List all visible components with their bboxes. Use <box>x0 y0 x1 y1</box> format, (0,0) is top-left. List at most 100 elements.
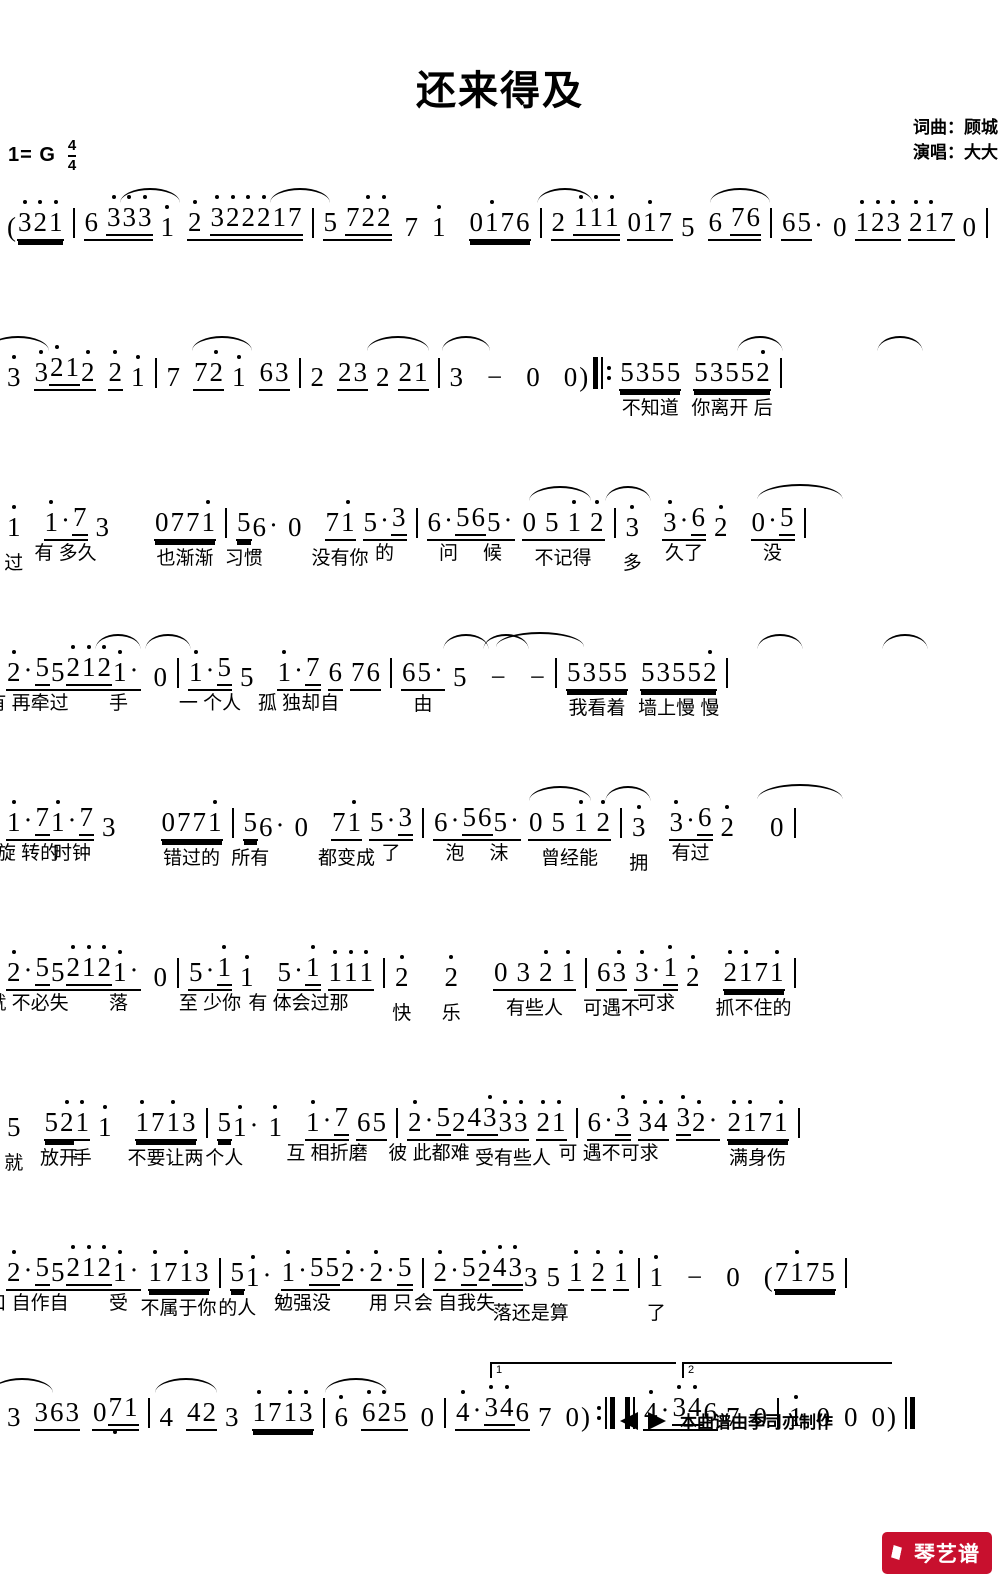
note-cell: 3 3 受有些人 <box>475 1109 551 1170</box>
note-cell: 6 5 · 沫 <box>477 804 521 864</box>
note: 1 <box>148 1257 163 1287</box>
note-cell: 5 3 5 5 2 你离开 后 <box>691 359 772 420</box>
slur-arc <box>877 336 923 351</box>
beam-group: 6 3 <box>258 359 290 391</box>
augmentation-dot: · <box>23 655 33 685</box>
beam-group: 3 4 <box>637 1109 669 1141</box>
augmentation-dot: · <box>23 805 33 835</box>
beam-group: 5 7 2 2 <box>322 204 392 241</box>
note: 6 <box>84 207 99 237</box>
augmentation-dot: · <box>424 1105 434 1135</box>
note: 1 <box>113 1257 127 1287</box>
beam-group: 2 1 <box>49 354 80 386</box>
note: 6 <box>334 1402 349 1432</box>
note: 2 <box>108 357 123 387</box>
note: 7 <box>194 357 208 387</box>
note: 1 <box>774 1107 788 1137</box>
note: 2 <box>202 1397 217 1427</box>
lyric-text: 口 自作自 <box>0 1293 69 1314</box>
note-cell: 6 · 5 问 <box>426 504 471 564</box>
augmentation-dot: · <box>604 1105 613 1135</box>
barline <box>322 1397 325 1428</box>
note: 2 <box>209 357 224 387</box>
beam-group: 6 5 · <box>477 804 521 841</box>
lyric-text: 手 <box>108 693 129 714</box>
note: 3 <box>353 357 368 387</box>
beam-group: 6 · 5 <box>426 504 471 541</box>
note: 5 <box>44 1107 59 1137</box>
note: 2 <box>310 362 325 392</box>
note: 5 <box>687 657 701 687</box>
beam-group: 2 <box>96 954 112 986</box>
beam-group: 1 · 7 <box>276 654 321 691</box>
lyric-text: 了 <box>381 843 401 864</box>
note: 5 <box>217 1107 232 1137</box>
note: 3 <box>102 812 116 842</box>
note-cell: 5 · 1 至 少你 <box>179 954 241 1015</box>
beam-group: 0 5 1 2 <box>528 809 611 841</box>
note: 3 <box>483 1102 497 1132</box>
beam-group: 2 · 5 <box>407 1104 451 1141</box>
note-cell: 1 · 5 勉强没 <box>274 1254 331 1315</box>
lyric-text: 有些人 <box>505 998 564 1019</box>
note: 2 <box>188 207 202 237</box>
sheet-header: 还来得及 词曲：顾城 演唱：大大 1= G 4 4 <box>0 0 1000 180</box>
lyric-text: 沫 <box>489 843 509 864</box>
beam-group: 5 3 5 5 2 <box>639 657 718 691</box>
note: 2 <box>591 1257 606 1287</box>
augmentation-dot: · <box>23 1255 33 1285</box>
note: 7 <box>34 804 50 836</box>
beam-group: 1 · 7 <box>305 1104 349 1141</box>
note: 6 <box>587 1107 602 1137</box>
note: 2 <box>33 207 48 237</box>
beam-group: 6 5 · <box>470 504 515 541</box>
note: 3 <box>299 1397 313 1427</box>
lyric-text: 快 <box>392 1003 412 1024</box>
lyric-text: 有 多久 <box>34 543 97 564</box>
note-cell: 1 过 <box>4 514 23 575</box>
note: 1 <box>49 207 63 237</box>
note: 5 <box>397 1254 413 1286</box>
beam-group: 5 <box>216 1107 232 1141</box>
beam-group: 5 3 5 5 <box>619 359 682 391</box>
notation-row: 1 过 1 · 7 有 多久 3 0 7 7 1 也渐渐 5 习惯 6 · 0 … <box>4 504 1000 575</box>
note: 1 <box>589 202 604 232</box>
augmentation-dot: · <box>205 955 215 985</box>
note-cell: 6 · 5 泡 <box>433 804 477 864</box>
note: 3 <box>656 657 670 687</box>
notation-row: 3 3 2 1 2 2 1 7 7 2 1 6 3 2 2 3 2 2 1 3 … <box>6 354 1000 420</box>
lyric-text: 个人 <box>205 1148 244 1169</box>
rest: 0 <box>93 1397 107 1427</box>
note: 1 <box>98 1112 112 1142</box>
note: 5 <box>370 807 384 837</box>
beam-group: 0 · 5 <box>750 504 795 541</box>
rest: 0 <box>871 1402 886 1432</box>
barline <box>147 1397 150 1428</box>
beam-group: 2 · 5 <box>6 654 50 691</box>
barline <box>779 357 782 388</box>
note: 3 <box>391 504 407 536</box>
beam-group: 7 1 7 5 <box>773 1257 836 1291</box>
note: 5 <box>487 507 501 537</box>
note-cell: 6 · 3 可 遇不可求 <box>558 1104 658 1165</box>
note: 7 <box>940 207 954 237</box>
note-cell: 5 3 5 5 2 墙上慢 慢 <box>638 657 719 720</box>
slur-arc <box>155 1378 217 1393</box>
note: 7 <box>805 1257 820 1287</box>
note: 1 <box>281 1257 296 1287</box>
lyric-text: 孤 独却自 <box>257 693 340 714</box>
note: 5 <box>34 654 50 686</box>
note-cell: 5 就 <box>4 1114 23 1175</box>
slur-arc <box>882 634 928 649</box>
note: 7 <box>72 504 88 536</box>
lyric-text: 会 自我失 <box>413 1293 496 1314</box>
lyric-text: 过 <box>4 553 24 574</box>
beam-group: 1 1 1 <box>573 204 620 236</box>
rest: 0 <box>161 807 176 837</box>
open-paren: ( <box>7 212 16 242</box>
slur-arc <box>325 1378 387 1393</box>
beam-group: 1 · 5 <box>280 1254 325 1291</box>
lyric-text: 时钟 <box>52 843 92 864</box>
lyric-text: 互 相折磨 <box>286 1143 368 1164</box>
lyric-text: 的人 <box>218 1298 257 1319</box>
